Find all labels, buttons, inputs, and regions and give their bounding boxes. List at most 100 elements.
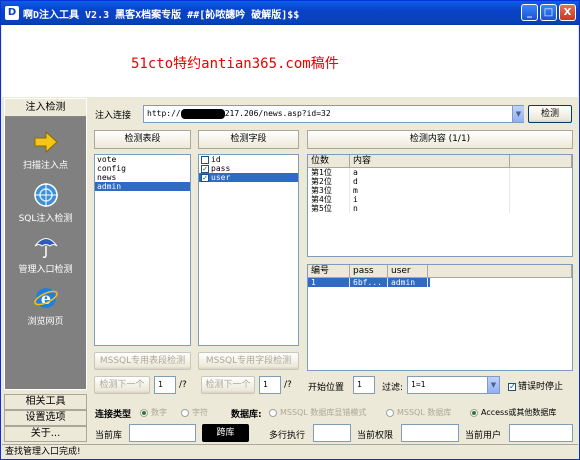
- current-db-input[interactable]: [129, 424, 196, 442]
- table-cell: a: [350, 168, 510, 177]
- grid-header: 位数 内容: [308, 155, 572, 168]
- checkbox[interactable]: [201, 155, 209, 164]
- cross-db-button[interactable]: 跨库: [202, 424, 249, 442]
- field-name: pass: [211, 164, 231, 173]
- sidebar-footer-about[interactable]: 关于...: [4, 426, 87, 442]
- radio-mssql-error[interactable]: MSSQL 数据库显错模式: [269, 407, 366, 418]
- content-grid[interactable]: 位数 内容 第1位 a 第2位 d 第3位 m 第4位 i 第5位 n: [307, 154, 573, 257]
- sidebar-item-label: 扫描注入点: [22, 161, 68, 171]
- filter-label: 过滤:: [382, 383, 404, 393]
- table-row[interactable]: 第3位 m: [308, 186, 572, 195]
- table-cell: n: [350, 204, 510, 213]
- table-row[interactable]: 第5位 n: [308, 204, 572, 213]
- table-row[interactable]: 第4位 i: [308, 195, 572, 204]
- radio-string[interactable]: 字符: [181, 407, 208, 418]
- filter-dropdown-arrow[interactable]: ▼: [487, 377, 499, 393]
- start-position-input[interactable]: 1: [353, 376, 375, 394]
- minimize-button[interactable]: _: [521, 4, 538, 21]
- start-position-label: 开始位置: [308, 383, 345, 393]
- stop-on-error-checkbox[interactable]: ✓ 错误时停止: [508, 379, 563, 392]
- sidebar-footer-tools[interactable]: 相关工具: [4, 394, 87, 410]
- list-item[interactable]: id: [199, 155, 298, 164]
- table-row[interactable]: 第1位 a: [308, 168, 572, 177]
- table-cell: 6bf...: [350, 278, 388, 287]
- tables-panel-header: 检测表段: [94, 130, 191, 149]
- radio-dot[interactable]: [269, 408, 277, 417]
- radio-label: MSSQL 数据库: [397, 408, 452, 417]
- table-row-selected[interactable]: 1 6bf... admin: [308, 278, 430, 287]
- fields-next-button[interactable]: 检测下一个: [201, 376, 255, 394]
- table-row[interactable]: 第2位 d: [308, 177, 572, 186]
- watermark-text: 51cto特约antian365.com稿件: [131, 56, 339, 72]
- fields-next-input[interactable]: 1: [259, 376, 281, 394]
- list-item[interactable]: ✓ pass: [199, 164, 298, 173]
- table-cell: 第2位: [308, 177, 350, 186]
- url-dropdown-arrow[interactable]: ▼: [512, 106, 524, 122]
- table-cell: m: [350, 186, 510, 195]
- results-grid[interactable]: 编号 pass user 1 6bf... admin: [307, 264, 573, 371]
- tables-next-input[interactable]: 1: [154, 376, 176, 394]
- sidebar-footer-settings[interactable]: 设置选项: [4, 410, 87, 426]
- radio-dot[interactable]: [181, 408, 189, 417]
- table-cell: 1: [308, 278, 350, 287]
- maximize-button[interactable]: □: [540, 4, 557, 21]
- tables-next-button[interactable]: 检测下一个: [94, 376, 150, 394]
- tables-list[interactable]: vote config news admin: [94, 154, 191, 346]
- title-bar[interactable]: D 啊D注入工具 V2.3 黑客X档案专版 ##[訫哝謥吟 破解版]$$ _ □…: [1, 1, 579, 25]
- radio-dot[interactable]: [470, 408, 478, 417]
- sidebar-item-admin-detect[interactable]: 管理入口检测: [5, 233, 86, 275]
- sidebar-header[interactable]: 注入检测: [5, 99, 86, 117]
- window-title: 啊D注入工具 V2.3 黑客X档案专版 ##[訫哝謥吟 破解版]$$: [23, 10, 300, 21]
- current-db-label: 当前库: [95, 431, 123, 441]
- sidebar-item-label: 管理入口检测: [18, 265, 73, 275]
- current-user-input[interactable]: [509, 424, 573, 442]
- main-window: D 啊D注入工具 V2.3 黑客X档案专版 ##[訫哝謥吟 破解版]$$ _ □…: [0, 0, 580, 460]
- database-label: 数据库:: [231, 410, 262, 420]
- list-item-selected[interactable]: admin: [95, 182, 190, 191]
- column-header[interactable]: user: [388, 265, 428, 277]
- multiline-input[interactable]: [313, 424, 351, 442]
- detect-button[interactable]: 检测: [528, 105, 572, 123]
- sidebar-item-sql-inject[interactable]: SQL注入检测: [5, 182, 86, 224]
- list-item[interactable]: news: [95, 173, 190, 182]
- url-redaction: [180, 108, 225, 119]
- column-header[interactable]: 位数: [308, 155, 350, 167]
- content-panel-header: 检测内容 (1/1): [307, 130, 573, 149]
- table-cell: 第3位: [308, 186, 350, 195]
- radio-access[interactable]: Access或其他数据库: [470, 407, 556, 418]
- column-header[interactable]: 编号: [308, 265, 350, 277]
- url-suffix: 217.206/news.asp?id=32: [224, 109, 331, 118]
- checkbox-checked[interactable]: ✓: [201, 164, 209, 173]
- radio-numeric[interactable]: 数字: [140, 407, 167, 418]
- close-button[interactable]: X: [559, 4, 576, 21]
- multiline-label: 多行执行: [269, 431, 306, 441]
- list-item-selected[interactable]: ✓ user: [199, 173, 298, 182]
- fields-list[interactable]: id ✓ pass ✓ user: [198, 154, 299, 346]
- column-header[interactable]: pass: [350, 265, 388, 277]
- mssql-tables-button[interactable]: MSSQL专用表段检测: [94, 352, 191, 370]
- field-name: user: [211, 173, 231, 182]
- list-item[interactable]: vote: [95, 155, 190, 164]
- current-perm-input[interactable]: [401, 424, 459, 442]
- list-item[interactable]: config: [95, 164, 190, 173]
- radio-dot[interactable]: [386, 408, 394, 417]
- current-user-label: 当前用户: [465, 431, 502, 441]
- column-header[interactable]: 内容: [350, 155, 510, 167]
- url-prefix: http://: [147, 109, 181, 118]
- table-cell: 第1位: [308, 168, 350, 177]
- checkbox-checked[interactable]: ✓: [508, 382, 516, 391]
- grid-header: 编号 pass user: [308, 265, 572, 278]
- mssql-fields-button[interactable]: MSSQL专用字段检测: [198, 352, 299, 370]
- radio-label: 数字: [151, 408, 167, 417]
- radio-dot[interactable]: [140, 408, 148, 417]
- table-cell: admin: [388, 278, 428, 287]
- sidebar-item-browse[interactable]: e 浏览网页: [5, 285, 86, 327]
- checkbox-checked[interactable]: ✓: [201, 173, 209, 182]
- globe-target-icon: [33, 183, 58, 207]
- column-header-filler: [510, 155, 572, 167]
- app-icon: D: [5, 6, 19, 20]
- radio-mssql[interactable]: MSSQL 数据库: [386, 407, 451, 418]
- sidebar-item-scan[interactable]: 扫描注入点: [5, 129, 86, 171]
- field-name: id: [211, 155, 221, 164]
- url-input[interactable]: http:// 217.206/news.asp?id=32: [143, 105, 524, 123]
